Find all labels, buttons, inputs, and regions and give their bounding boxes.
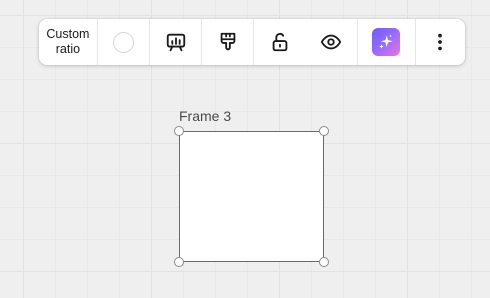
lock-button[interactable] xyxy=(254,19,305,65)
ratio-label-line2: ratio xyxy=(55,42,81,56)
presentation-icon xyxy=(166,33,185,52)
more-options-button[interactable] xyxy=(416,19,465,65)
visibility-button[interactable] xyxy=(306,19,357,65)
ai-badge xyxy=(372,28,401,56)
more-vertical-icon xyxy=(438,33,443,51)
custom-ratio-button[interactable]: Custom ratio xyxy=(39,19,97,65)
ai-assist-button[interactable] xyxy=(358,19,415,65)
fill-color-swatch xyxy=(112,31,134,53)
unlock-icon xyxy=(272,33,288,52)
frame-title[interactable]: Frame 3 xyxy=(179,108,231,124)
context-toolbar: Custom ratio xyxy=(39,19,465,65)
ai-sparkle-icon xyxy=(379,34,394,49)
eye-icon xyxy=(321,34,342,50)
frame[interactable] xyxy=(179,131,324,262)
presentation-button[interactable] xyxy=(150,19,201,65)
resize-handle-bottom-left[interactable] xyxy=(174,257,184,267)
paint-brush-icon xyxy=(220,32,236,51)
fill-color-button[interactable] xyxy=(98,19,149,65)
ratio-label-line1: Custom xyxy=(46,27,90,41)
resize-handle-top-left[interactable] xyxy=(174,126,184,136)
format-painter-button[interactable] xyxy=(202,19,253,65)
resize-handle-top-right[interactable] xyxy=(319,126,329,136)
resize-handle-bottom-right[interactable] xyxy=(319,257,329,267)
